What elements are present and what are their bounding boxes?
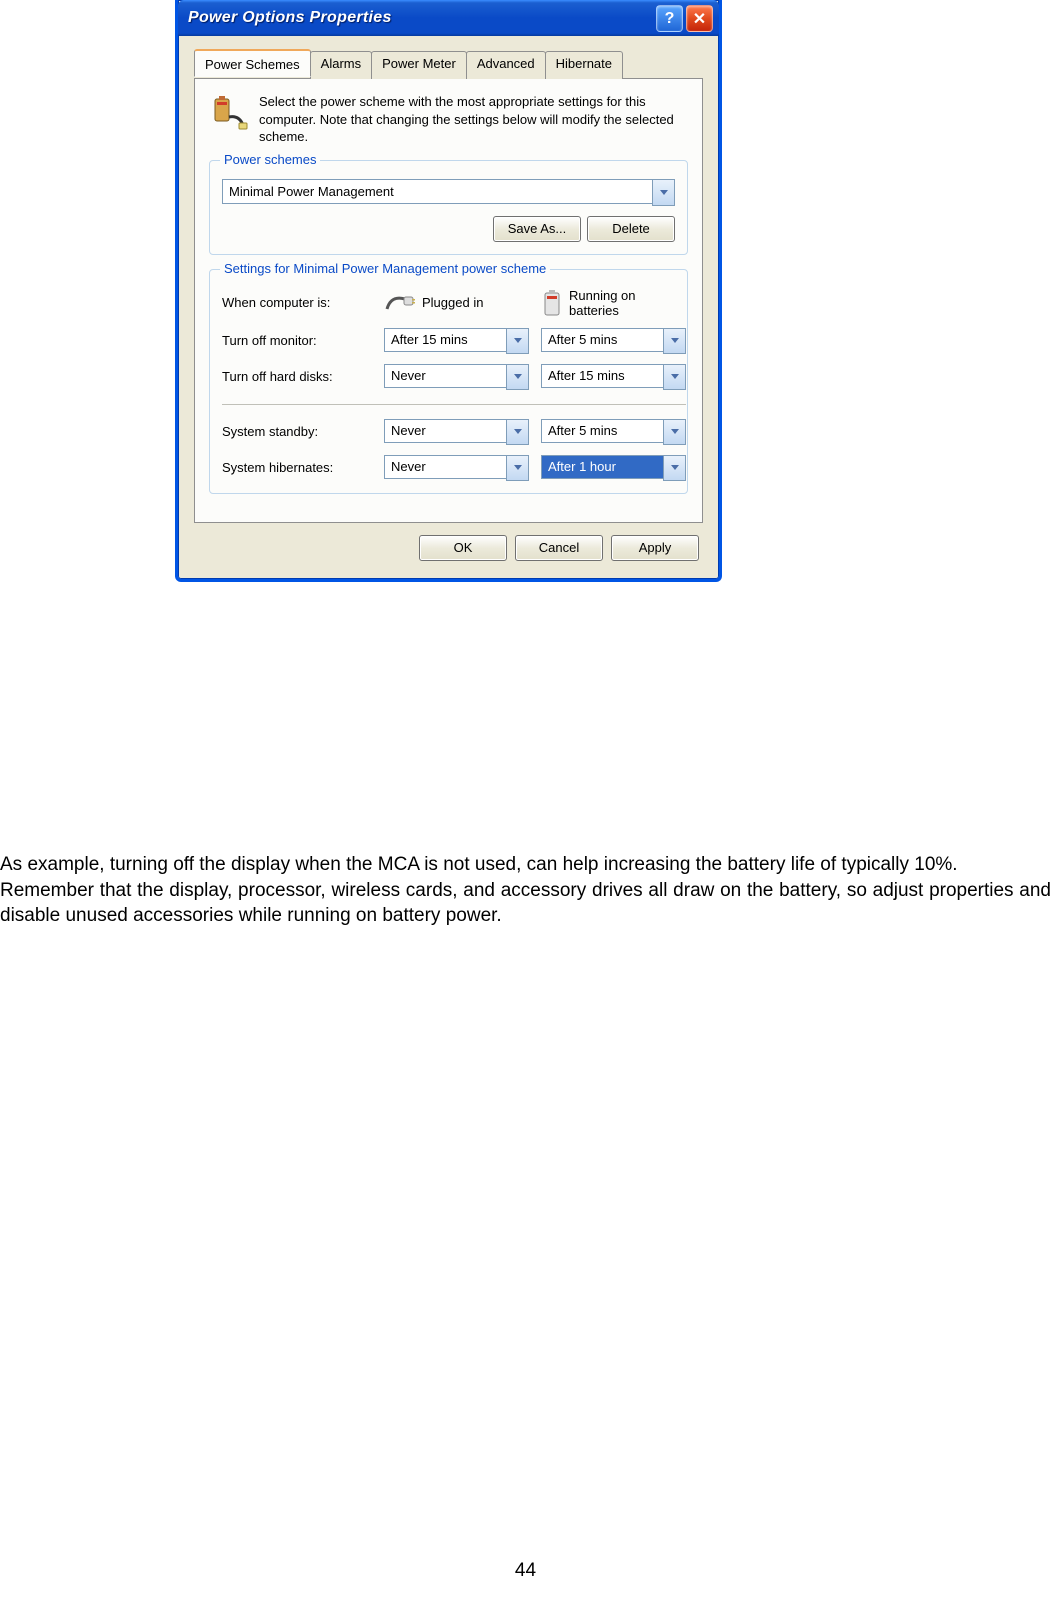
scheme-select-dropdown-button[interactable]: [652, 179, 675, 206]
scheme-button-row: Save As... Delete: [222, 216, 675, 242]
intro-row: Select the power scheme with the most ap…: [209, 93, 688, 146]
settings-group-title: Settings for Minimal Power Management po…: [220, 261, 550, 276]
intro-text: Select the power scheme with the most ap…: [259, 93, 688, 146]
body-paragraph-2: Remember that the display, processor, wi…: [0, 878, 1051, 929]
chevron-down-icon: [671, 429, 679, 434]
help-icon: ?: [665, 10, 675, 28]
standby-plugged-select[interactable]: Never: [384, 419, 529, 445]
system-standby-label: System standby:: [222, 424, 372, 439]
chevron-down-icon: [514, 338, 522, 343]
close-icon: ✕: [693, 9, 706, 29]
power-schemes-group: Power schemes Minimal Power Management S…: [209, 160, 688, 255]
scheme-select-value: Minimal Power Management: [222, 179, 652, 204]
system-hibernates-label: System hibernates:: [222, 460, 372, 475]
power-schemes-group-title: Power schemes: [220, 152, 320, 167]
scheme-select[interactable]: Minimal Power Management: [222, 179, 675, 206]
turn-off-monitor-label: Turn off monitor:: [222, 333, 372, 348]
chevron-down-icon: [660, 190, 668, 195]
chevron-down-icon: [514, 374, 522, 379]
tab-advanced[interactable]: Advanced: [466, 51, 546, 79]
chevron-down-icon: [671, 465, 679, 470]
settings-group: Settings for Minimal Power Management po…: [209, 269, 688, 494]
plugged-in-header: Plugged in: [384, 291, 529, 315]
chevron-down-icon: [514, 465, 522, 470]
apply-button[interactable]: Apply: [611, 535, 699, 561]
titlebar[interactable]: Power Options Properties ? ✕: [178, 0, 719, 36]
dropdown-button[interactable]: [506, 328, 529, 354]
dropdown-button[interactable]: [663, 455, 686, 481]
standby-battery-select[interactable]: After 5 mins: [541, 419, 686, 445]
cancel-button[interactable]: Cancel: [515, 535, 603, 561]
help-button[interactable]: ?: [656, 5, 683, 32]
save-as-button[interactable]: Save As...: [493, 216, 581, 242]
chevron-down-icon: [671, 374, 679, 379]
dialog-client-area: Power Schemes Alarms Power Meter Advance…: [178, 36, 719, 579]
close-button[interactable]: ✕: [686, 5, 713, 32]
dialog-button-row: OK Cancel Apply: [194, 523, 703, 565]
dropdown-button[interactable]: [506, 419, 529, 445]
tab-panel: Select the power scheme with the most ap…: [194, 78, 703, 523]
dropdown-button[interactable]: [663, 419, 686, 445]
settings-grid: When computer is: Plugged in Running on: [222, 288, 675, 481]
tab-power-meter[interactable]: Power Meter: [371, 51, 467, 79]
tabstrip: Power Schemes Alarms Power Meter Advance…: [194, 51, 703, 79]
battery-icon: [541, 289, 563, 317]
page-root: Power Options Properties ? ✕ Power Schem…: [0, 0, 1051, 1600]
chevron-down-icon: [671, 338, 679, 343]
chevron-down-icon: [514, 429, 522, 434]
page-number: 44: [0, 1560, 1051, 1582]
battery-header: Running on batteries: [541, 288, 686, 318]
dropdown-button[interactable]: [663, 328, 686, 354]
dropdown-button[interactable]: [663, 364, 686, 390]
divider: [222, 404, 686, 405]
tab-power-schemes[interactable]: Power Schemes: [194, 49, 311, 77]
turn-off-hdd-label: Turn off hard disks:: [222, 369, 372, 384]
body-text: As example, turning off the display when…: [0, 852, 1051, 929]
ok-button[interactable]: OK: [419, 535, 507, 561]
battery-plug-icon: [209, 93, 249, 133]
monitor-battery-select[interactable]: After 5 mins: [541, 328, 686, 354]
hdd-plugged-select[interactable]: Never: [384, 364, 529, 390]
monitor-plugged-select[interactable]: After 15 mins: [384, 328, 529, 354]
hibernate-battery-select[interactable]: After 1 hour: [541, 455, 686, 481]
tab-alarms[interactable]: Alarms: [310, 51, 372, 79]
titlebar-buttons: ? ✕: [656, 5, 713, 32]
body-paragraph-1: As example, turning off the display when…: [0, 852, 1051, 878]
delete-button[interactable]: Delete: [587, 216, 675, 242]
dropdown-button[interactable]: [506, 364, 529, 390]
tab-hibernate[interactable]: Hibernate: [545, 51, 623, 79]
when-computer-is-label: When computer is:: [222, 295, 372, 310]
hibernate-plugged-select[interactable]: Never: [384, 455, 529, 481]
power-options-dialog: Power Options Properties ? ✕ Power Schem…: [175, 0, 722, 582]
window-title: Power Options Properties: [188, 9, 392, 27]
hdd-battery-select[interactable]: After 15 mins: [541, 364, 686, 390]
plug-icon: [384, 291, 416, 315]
dropdown-button[interactable]: [506, 455, 529, 481]
